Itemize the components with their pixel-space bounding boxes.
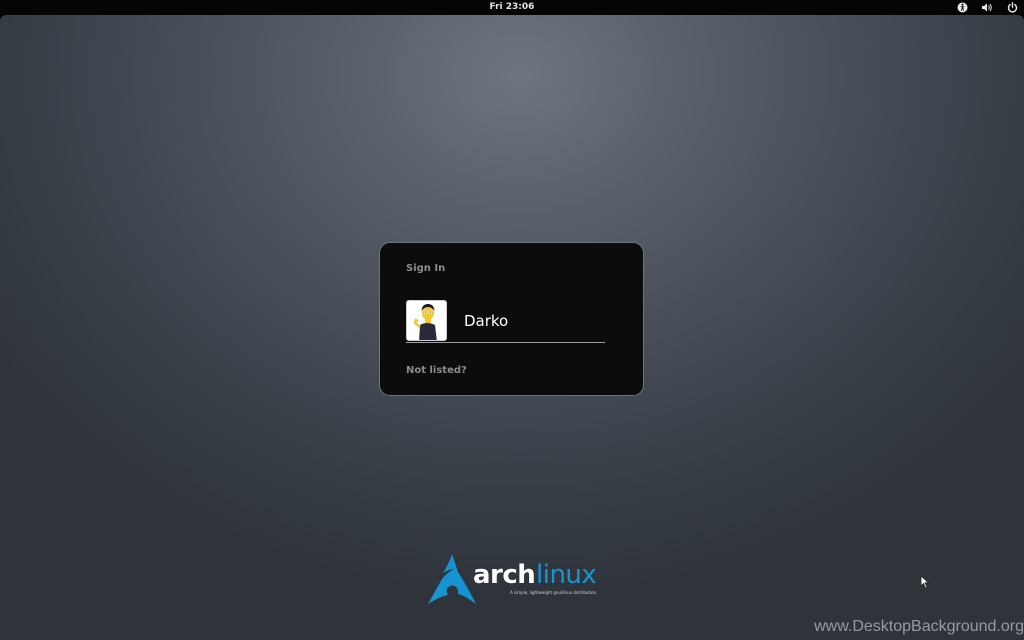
login-dialog: Sign In Darko Not listed? [379,242,644,396]
dialog-title: Sign In [406,263,446,274]
arch-linux-logo: arch linux A simple, lightweight gnu/lin… [428,553,608,608]
login-screen-background: Sign In Darko Not listed? arch linux A s… [0,15,1024,640]
watermark: www.DesktopBackground.org [814,618,1024,635]
top-bar: Fri 23:06 [0,0,1024,15]
user-avatar [406,300,447,341]
power-icon[interactable] [1006,2,1018,14]
clock[interactable]: Fri 23:06 [0,0,1024,15]
mouse-pointer-icon [920,574,930,593]
not-listed-link[interactable]: Not listed? [406,365,467,376]
logo-tagline: A simple, lightweight gnu/linux distribu… [510,590,598,595]
system-tray [956,1,1018,14]
logo-text-arch: arch [473,560,536,590]
user-list-item[interactable]: Darko [406,300,606,344]
user-name: Darko [464,312,509,330]
user-underline [406,342,605,343]
arch-logo-icon [428,554,476,604]
accessibility-icon[interactable] [956,2,968,14]
logo-text-linux: linux [536,560,597,590]
volume-icon[interactable] [981,2,993,14]
